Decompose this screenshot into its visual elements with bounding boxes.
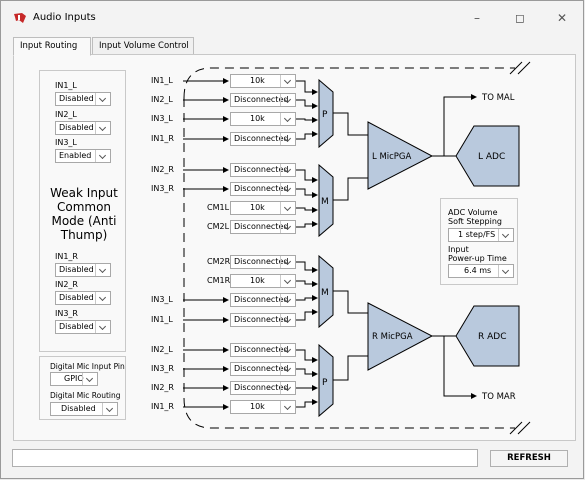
powerup-label-1: Input: [448, 245, 469, 254]
adc-volume-label-1: ADC Volume: [448, 208, 498, 217]
right-adc-label: R ADC: [478, 332, 507, 342]
route-pin-label: IN3_L: [151, 295, 173, 304]
left-adc-label: L ADC: [478, 152, 505, 162]
mux-input-arrow: [296, 207, 318, 213]
left-m-mux-label: M: [321, 197, 329, 207]
chevron-down-icon: [280, 294, 295, 306]
route-pin-label: IN3_R: [151, 184, 174, 193]
route-gain-select[interactable]: 10k: [230, 112, 296, 126]
route-pin-label: IN1_R: [151, 134, 174, 143]
mux-input-arrow: [296, 117, 318, 123]
route-pin-label: IN2_R: [151, 165, 174, 174]
adc-volume-label-2: Soft Stepping: [448, 217, 502, 226]
tab-input-routing[interactable]: Input Routing: [13, 37, 91, 56]
mux-input-arrow: [296, 261, 318, 273]
chevron-down-icon: [280, 183, 295, 195]
route-gain-select[interactable]: Disconnected: [230, 163, 296, 177]
powerup-label-2: Power-up Time: [448, 254, 507, 263]
mux-input-arrow: [296, 169, 318, 183]
route-pin-label: IN3_L: [151, 114, 173, 123]
mux-input-arrow: [296, 131, 318, 140]
route-pin-label: CM1R: [207, 276, 231, 285]
chevron-down-icon: [280, 344, 295, 356]
chevron-down-icon: [280, 75, 295, 87]
wire: [333, 112, 368, 136]
route-pin-label: IN1_L: [151, 315, 173, 324]
route-pin-label: IN1_L: [151, 76, 173, 85]
route-gain-select[interactable]: Disconnected: [230, 93, 296, 107]
mux-input-arrow: [296, 368, 318, 377]
status-field: [12, 449, 478, 467]
refresh-button[interactable]: REFRESH: [490, 450, 568, 467]
route-gain-select[interactable]: Disconnected: [230, 343, 296, 357]
route-pin-label: CM2R: [207, 257, 231, 266]
right-p-mux-label: P: [322, 378, 328, 388]
input-wires: [183, 78, 318, 410]
route-pin-label: IN2_L: [151, 345, 173, 354]
chevron-down-icon: [498, 229, 513, 241]
mux-input-arrow: [296, 188, 318, 198]
to-mar-label: TO MAR: [481, 392, 516, 402]
mux-input-arrow: [296, 309, 318, 321]
adc-soft-stepping-select[interactable]: 1 step/FS: [448, 228, 514, 242]
route-gain-select[interactable]: 10k: [230, 274, 296, 288]
mux-input-arrow: [296, 349, 318, 363]
route-pin-label: IN2_R: [151, 383, 174, 392]
mux-input-arrow: [296, 295, 318, 301]
route-gain-select[interactable]: 10k: [230, 400, 296, 414]
chevron-down-icon: [280, 94, 295, 106]
chevron-down-icon: [280, 256, 295, 268]
route-pin-label: CM2L: [207, 222, 230, 231]
chevron-down-icon: [280, 133, 295, 145]
route-gain-select[interactable]: Disconnected: [230, 362, 296, 376]
chevron-down-icon: [280, 164, 295, 176]
mux-input-arrow: [296, 399, 318, 408]
wire: [333, 290, 368, 314]
route-pin-label: CM1L: [207, 203, 230, 212]
mux-input-arrow: [296, 280, 318, 287]
wire: [333, 177, 368, 201]
left-p-mux-label: P: [322, 110, 328, 120]
chevron-down-icon: [280, 113, 295, 125]
chevron-down-icon: [280, 314, 295, 326]
route-gain-select[interactable]: Disconnected: [230, 220, 296, 234]
route-gain-select[interactable]: Disconnected: [230, 313, 296, 327]
route-gain-select[interactable]: Disconnected: [230, 132, 296, 146]
route-gain-select[interactable]: Disconnected: [230, 381, 296, 395]
route-gain-select[interactable]: 10k: [230, 201, 296, 215]
powerup-time-select[interactable]: 6.4 ms: [448, 264, 514, 278]
right-m-mux-label: M: [321, 288, 329, 298]
chevron-down-icon: [280, 275, 295, 287]
route-gain-select[interactable]: 10k: [230, 74, 296, 88]
left-micpga-label: L MicPGA: [372, 152, 412, 162]
chevron-down-icon: [280, 202, 295, 214]
mux-input-arrow: [296, 221, 318, 228]
route-pin-label: IN3_R: [151, 364, 174, 373]
chevron-down-icon: [498, 265, 513, 277]
route-gain-select[interactable]: Disconnected: [230, 182, 296, 196]
chevron-down-icon: [280, 382, 295, 394]
route-gain-select[interactable]: Disconnected: [230, 293, 296, 307]
route-pin-label: IN1_R: [151, 402, 174, 411]
route-pin-label: IN2_L: [151, 95, 173, 104]
mux-input-arrow: [296, 80, 318, 95]
wire: [333, 355, 368, 381]
route-gain-select[interactable]: Disconnected: [230, 255, 296, 269]
to-mal-label: TO MAL: [481, 93, 515, 103]
chevron-down-icon: [280, 221, 295, 233]
chevron-down-icon: [280, 363, 295, 375]
mux-input-arrow: [296, 99, 318, 109]
right-micpga-label: R MicPGA: [372, 332, 413, 342]
chevron-down-icon: [280, 401, 295, 413]
